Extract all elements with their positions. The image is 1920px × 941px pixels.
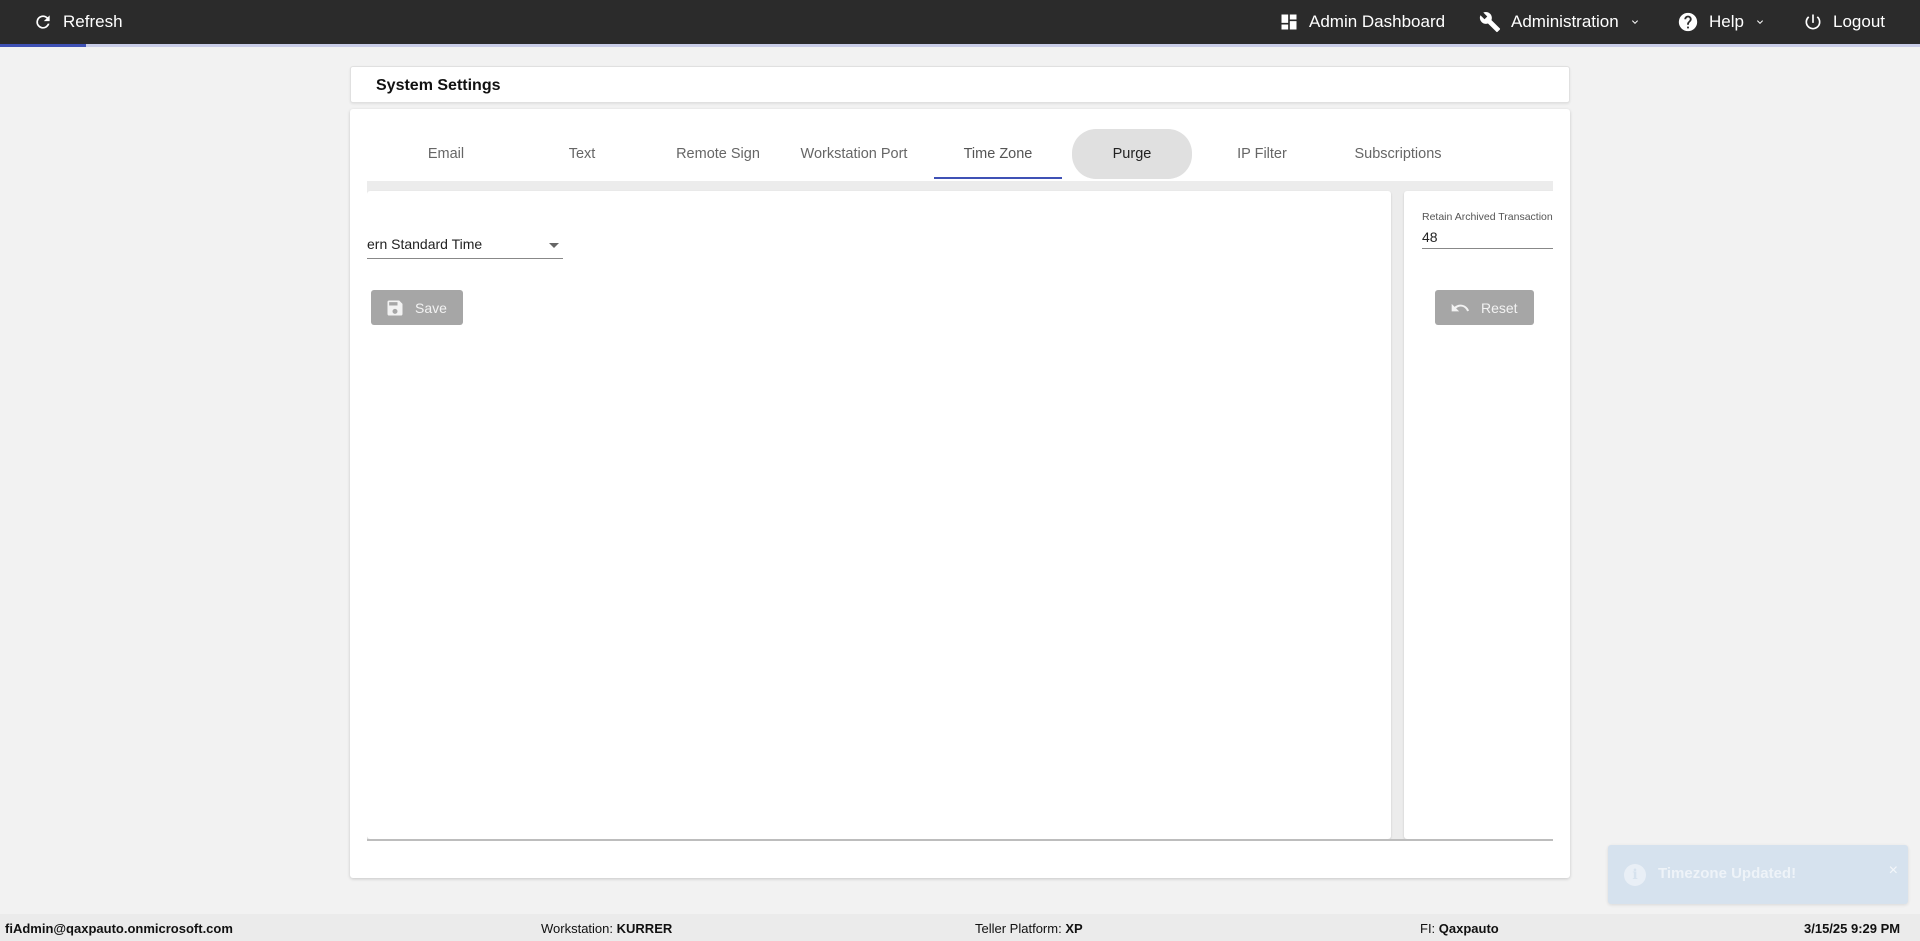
save-icon	[387, 300, 403, 315]
tab-email[interactable]: Email	[386, 129, 506, 179]
refresh-button[interactable]: Refresh	[33, 0, 123, 44]
dashboard-icon	[1281, 14, 1297, 30]
progress-fill	[0, 44, 87, 47]
footer-teller-platform: Teller Platform: XP	[975, 921, 1083, 936]
reset-button[interactable]: Reset	[1435, 290, 1534, 325]
footer-fi: FI: Qaxpauto	[1420, 921, 1499, 936]
notification-toast: i Timezone Updated! ×	[1608, 845, 1908, 904]
settings-panel: Email Text Remote Sign Workstation Port …	[350, 109, 1570, 878]
dropdown-arrow-icon	[549, 243, 559, 248]
status-footer: fiAdmin@qaxpauto.onmicrosoft.com Worksta…	[0, 914, 1920, 941]
tab-purge[interactable]: Purge	[1072, 129, 1192, 179]
power-icon	[1805, 14, 1821, 30]
logout-button[interactable]: Logout	[1803, 0, 1885, 44]
toast-message: Timezone Updated!	[1658, 865, 1797, 882]
refresh-icon	[36, 15, 50, 29]
content-divider	[367, 839, 1553, 841]
administration-menu[interactable]: Administration	[1479, 0, 1641, 44]
save-button[interactable]: Save	[371, 290, 463, 325]
teller-platform-value: XP	[1065, 921, 1083, 936]
tab-workstation-port[interactable]: Workstation Port	[794, 129, 914, 179]
page-load-progress-bar	[0, 44, 1920, 47]
tab-ip-filter[interactable]: IP Filter	[1202, 129, 1322, 179]
workstation-label: Workstation:	[541, 921, 614, 936]
help-label: Help	[1709, 12, 1744, 31]
retain-archived-transaction-label: Retain Archived Transaction	[1422, 211, 1553, 223]
chevron-down-icon	[1756, 20, 1763, 24]
chevron-down-icon	[1631, 20, 1638, 24]
purge-card: Retain Archived Transaction 48 Reset	[1404, 191, 1553, 839]
administration-label: Administration	[1511, 12, 1619, 31]
time-zone-card: ern Standard Time Save	[367, 191, 1391, 839]
save-label: Save	[415, 299, 447, 316]
footer-workstation: Workstation: KURRER	[541, 921, 672, 936]
tab-subscriptions[interactable]: Subscriptions	[1338, 129, 1458, 179]
wrench-icon	[1479, 12, 1501, 33]
page-title: System Settings	[376, 77, 501, 94]
time-zone-selected-value: ern Standard Time	[367, 236, 483, 252]
user-email: fiAdmin@qaxpauto.onmicrosoft.com	[5, 921, 233, 936]
datetime-value: 3/15/25 9:29 PM	[1804, 921, 1901, 936]
workstation-value: KURRER	[616, 921, 673, 936]
help-icon	[1678, 12, 1698, 32]
admin-dashboard-label: Admin Dashboard	[1309, 12, 1446, 31]
fi-label: FI:	[1420, 921, 1436, 936]
footer-datetime: 3/15/25 9:29 PM	[1804, 921, 1900, 936]
retain-archived-transaction-field[interactable]: Retain Archived Transaction 48	[1422, 211, 1553, 249]
retain-archived-transaction-value: 48	[1422, 229, 1438, 245]
reset-label: Reset	[1481, 299, 1518, 316]
undo-icon	[1451, 303, 1470, 311]
tab-content-area: ern Standard Time Save Retain Archived T…	[367, 181, 1553, 839]
page-title-panel: System Settings	[350, 66, 1570, 103]
close-icon[interactable]: ×	[1889, 862, 1898, 880]
help-menu[interactable]: Help	[1677, 0, 1766, 44]
teller-platform-label: Teller Platform:	[975, 921, 1062, 936]
time-zone-select[interactable]: ern Standard Time	[367, 233, 563, 259]
tab-time-zone[interactable]: Time Zone	[934, 129, 1062, 179]
tab-remote-sign[interactable]: Remote Sign	[658, 129, 778, 179]
refresh-label: Refresh	[63, 12, 123, 31]
top-navigation-bar: Refresh Admin Dashboard Administration H…	[0, 0, 1920, 47]
info-icon: i	[1624, 864, 1646, 886]
fi-value: Qaxpauto	[1438, 921, 1499, 936]
admin-dashboard-link[interactable]: Admin Dashboard	[1279, 0, 1445, 44]
tab-text[interactable]: Text	[522, 129, 642, 179]
footer-user: fiAdmin@qaxpauto.onmicrosoft.com	[5, 921, 233, 936]
logout-label: Logout	[1833, 12, 1885, 31]
